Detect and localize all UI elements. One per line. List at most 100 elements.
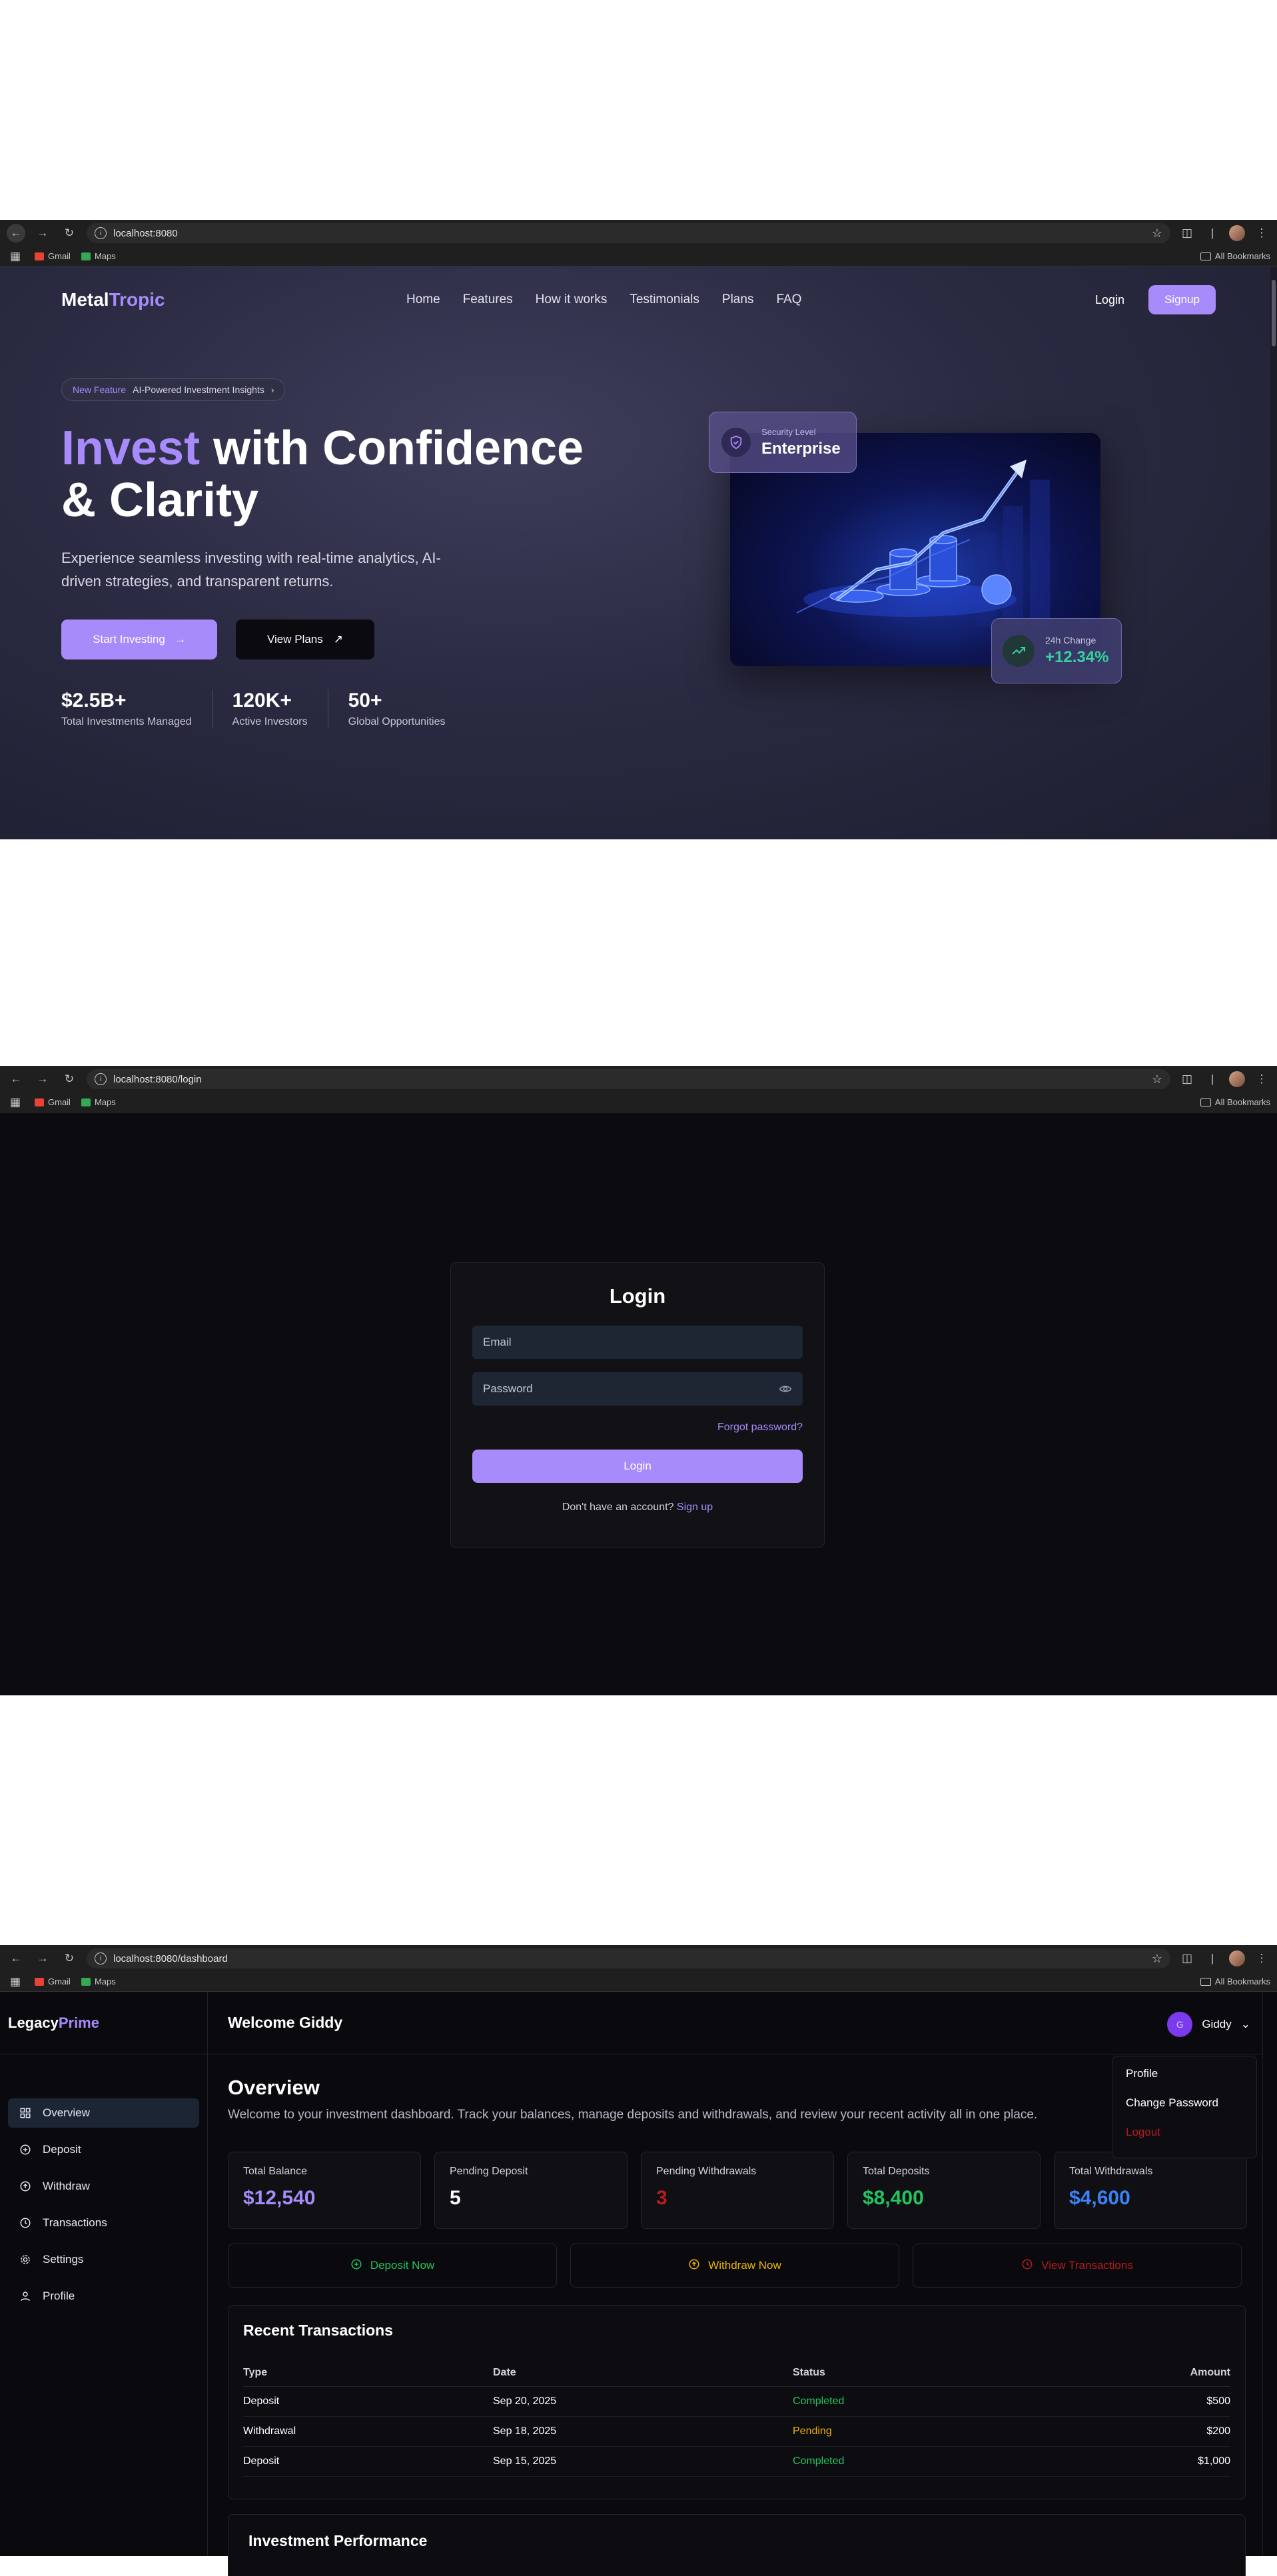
site-info-icon[interactable]: i — [95, 227, 107, 239]
sidebar-item-settings[interactable]: Settings — [8, 2245, 199, 2274]
bookmark-gmail[interactable]: Gmail — [35, 251, 71, 261]
scrollbar-thumb[interactable] — [1272, 280, 1276, 346]
cell-type: Withdrawal — [243, 2416, 493, 2447]
bookmark-maps[interactable]: Maps — [81, 251, 116, 261]
profile-avatar[interactable] — [1229, 1950, 1245, 1966]
menu-item-logout[interactable]: Logout — [1126, 2126, 1243, 2155]
nav-faq[interactable]: FAQ — [776, 292, 801, 307]
stat-investments: $2.5B+ Total Investments Managed — [61, 689, 213, 728]
forward-icon[interactable]: → — [33, 224, 52, 242]
sidebar-item-withdraw[interactable]: Withdraw — [8, 2172, 199, 2201]
extensions-icon[interactable]: ◫ — [1178, 1073, 1196, 1086]
brand-logo[interactable]: Legacy Prime — [0, 1992, 207, 2054]
apps-grid-icon[interactable]: ▦ — [7, 250, 24, 263]
sidebar-item-deposit[interactable]: Deposit — [8, 2135, 199, 2164]
card-value: 5 — [450, 2187, 461, 2209]
site-info-icon[interactable]: i — [95, 1073, 107, 1085]
login-link[interactable]: Login — [1095, 293, 1124, 307]
arrow-up-right-icon: ↗ — [333, 633, 344, 645]
forgot-password-link[interactable]: Forgot password? — [472, 1422, 803, 1434]
sidebar-item-overview[interactable]: Overview — [8, 2098, 199, 2128]
recent-transactions-panel: Recent Transactions Type Date Status Amo… — [228, 2305, 1246, 2499]
brand-logo[interactable]: MetalTropic — [61, 289, 165, 310]
back-icon[interactable]: ← — [7, 1070, 25, 1088]
all-bookmarks-label: All Bookmarks — [1214, 251, 1270, 261]
nav-home[interactable]: Home — [406, 292, 440, 307]
email-field[interactable]: Email — [472, 1326, 803, 1359]
security-level-card: Security Level Enterprise — [709, 412, 857, 473]
address-bar[interactable]: i localhost:8080/dashboard ☆ — [87, 1948, 1170, 1968]
back-icon[interactable]: ← — [7, 1949, 25, 1968]
signup-link[interactable]: Sign up — [677, 1502, 713, 1513]
eye-icon[interactable] — [779, 1382, 792, 1399]
page-scrollbar[interactable] — [1270, 266, 1277, 839]
bookmark-maps[interactable]: Maps — [81, 1097, 116, 1107]
bookmark-gmail[interactable]: Gmail — [35, 1097, 71, 1107]
card-total-deposits: Total Deposits $8,400 — [847, 2152, 1041, 2229]
profile-avatar[interactable] — [1229, 1071, 1245, 1087]
address-bar[interactable]: i localhost:8080/login ☆ — [87, 1069, 1170, 1089]
view-transactions-button[interactable]: View Transactions — [913, 2244, 1242, 2288]
reload-icon[interactable]: ↻ — [60, 1070, 79, 1088]
forward-icon[interactable]: → — [33, 1070, 52, 1088]
withdraw-now-button[interactable]: Withdraw Now — [570, 2244, 899, 2288]
sidebar-item-label: Transactions — [43, 2216, 107, 2229]
bookmark-star-icon[interactable]: ☆ — [1152, 1952, 1162, 1966]
password-field[interactable]: Password — [472, 1372, 803, 1406]
bookmark-maps-label: Maps — [94, 251, 116, 261]
hero-subtext: Experience seamless investing with real-… — [61, 550, 441, 590]
badge-text: AI-Powered Investment Insights — [133, 384, 264, 395]
forward-icon[interactable]: → — [33, 1949, 52, 1968]
view-plans-button[interactable]: View Plans ↗ — [236, 620, 374, 659]
bookmark-gmail-label: Gmail — [48, 1097, 71, 1107]
apps-grid-icon[interactable]: ▦ — [7, 1096, 24, 1109]
nav-features[interactable]: Features — [463, 292, 513, 307]
menu-item-change-password[interactable]: Change Password — [1126, 2096, 1243, 2126]
user-icon — [19, 2290, 32, 2303]
bookmark-maps[interactable]: Maps — [81, 1976, 116, 1986]
sidebar-item-label: Deposit — [43, 2143, 81, 2156]
nav-auth: Login Signup — [1095, 285, 1216, 314]
menu-item-profile[interactable]: Profile — [1126, 2067, 1243, 2096]
nav-testimonials[interactable]: Testimonials — [630, 292, 699, 307]
login-submit-button[interactable]: Login — [472, 1450, 803, 1483]
dashboard-page: Legacy Prime Overview Deposit Withdraw Tr… — [0, 1992, 1277, 2576]
sidebar-item-label: Profile — [43, 2290, 75, 2302]
browser-toolbar: ← → ↻ i localhost:8080/dashboard ☆ ◫ | ⋮ — [0, 1945, 1277, 1972]
page-scrollbar[interactable] — [1262, 1992, 1277, 2556]
address-bar[interactable]: i localhost:8080 ☆ — [87, 223, 1170, 243]
card-pending-withdrawals: Pending Withdrawals 3 — [641, 2152, 834, 2229]
reload-icon[interactable]: ↻ — [60, 224, 79, 242]
bookmark-star-icon[interactable]: ☆ — [1152, 1073, 1162, 1086]
back-icon[interactable]: ← — [7, 224, 25, 242]
top-navigation: MetalTropic Home Features How it works T… — [61, 285, 1216, 314]
sidebar-item-transactions[interactable]: Transactions — [8, 2208, 199, 2238]
menu-kebab-icon[interactable]: ⋮ — [1253, 226, 1270, 240]
feature-badge[interactable]: New Feature AI-Powered Investment Insigh… — [61, 378, 286, 401]
all-bookmarks[interactable]: All Bookmarks — [1200, 1976, 1270, 1986]
start-investing-button[interactable]: Start Investing → — [61, 620, 217, 659]
page-title: Overview — [228, 2076, 320, 2099]
bookmark-star-icon[interactable]: ☆ — [1152, 226, 1162, 240]
view-transactions-label: View Transactions — [1041, 2259, 1133, 2272]
apps-grid-icon[interactable]: ▦ — [7, 1975, 24, 1988]
deposit-now-button[interactable]: Deposit Now — [228, 2244, 557, 2288]
signup-button[interactable]: Signup — [1148, 285, 1216, 314]
card-value: 3 — [656, 2187, 667, 2209]
nav-plans[interactable]: Plans — [722, 292, 754, 307]
sidebar-item-profile[interactable]: Profile — [8, 2282, 199, 2311]
all-bookmarks[interactable]: All Bookmarks — [1200, 1097, 1270, 1107]
profile-avatar[interactable] — [1229, 225, 1245, 241]
cell-amount: $200 — [1038, 2416, 1230, 2447]
site-info-icon[interactable]: i — [95, 1952, 107, 1964]
col-status: Status — [793, 2360, 1039, 2387]
reload-icon[interactable]: ↻ — [60, 1949, 79, 1968]
all-bookmarks[interactable]: All Bookmarks — [1200, 251, 1270, 261]
nav-how-it-works[interactable]: How it works — [536, 292, 608, 307]
menu-kebab-icon[interactable]: ⋮ — [1253, 1952, 1270, 1965]
extensions-icon[interactable]: ◫ — [1178, 1952, 1196, 1965]
extensions-icon[interactable]: ◫ — [1178, 226, 1196, 240]
bookmark-gmail[interactable]: Gmail — [35, 1976, 71, 1986]
user-menu-trigger[interactable]: G Giddy ⌄ — [1167, 2012, 1250, 2037]
menu-kebab-icon[interactable]: ⋮ — [1253, 1073, 1270, 1086]
